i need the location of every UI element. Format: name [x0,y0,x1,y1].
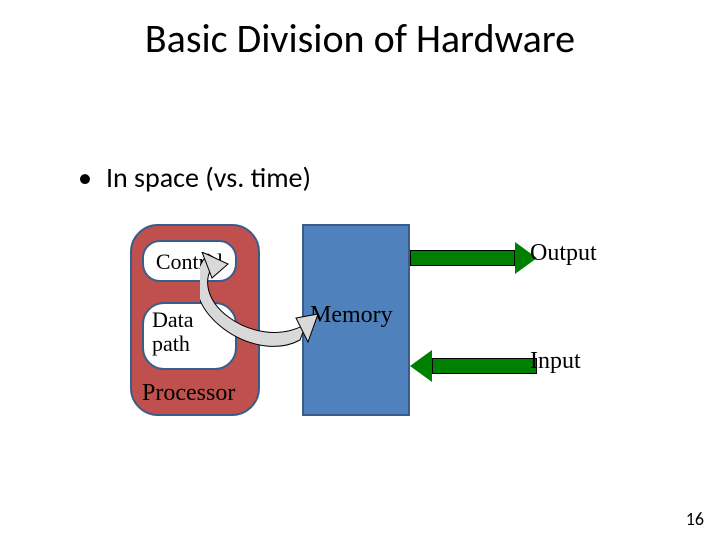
page-number: 16 [686,508,704,530]
datapath-label: Data path [152,307,194,356]
datapath-box: Data path [142,302,237,370]
slide: Basic Division of Hardware In space (vs.… [0,0,720,540]
diagram: Processor Control Data path Memory Outpu… [0,0,720,540]
input-label: Input [530,348,581,375]
memory-label: Memory [310,302,393,329]
control-box: Control [142,240,237,282]
output-label: Output [530,240,597,267]
processor-label: Processor [142,380,235,407]
